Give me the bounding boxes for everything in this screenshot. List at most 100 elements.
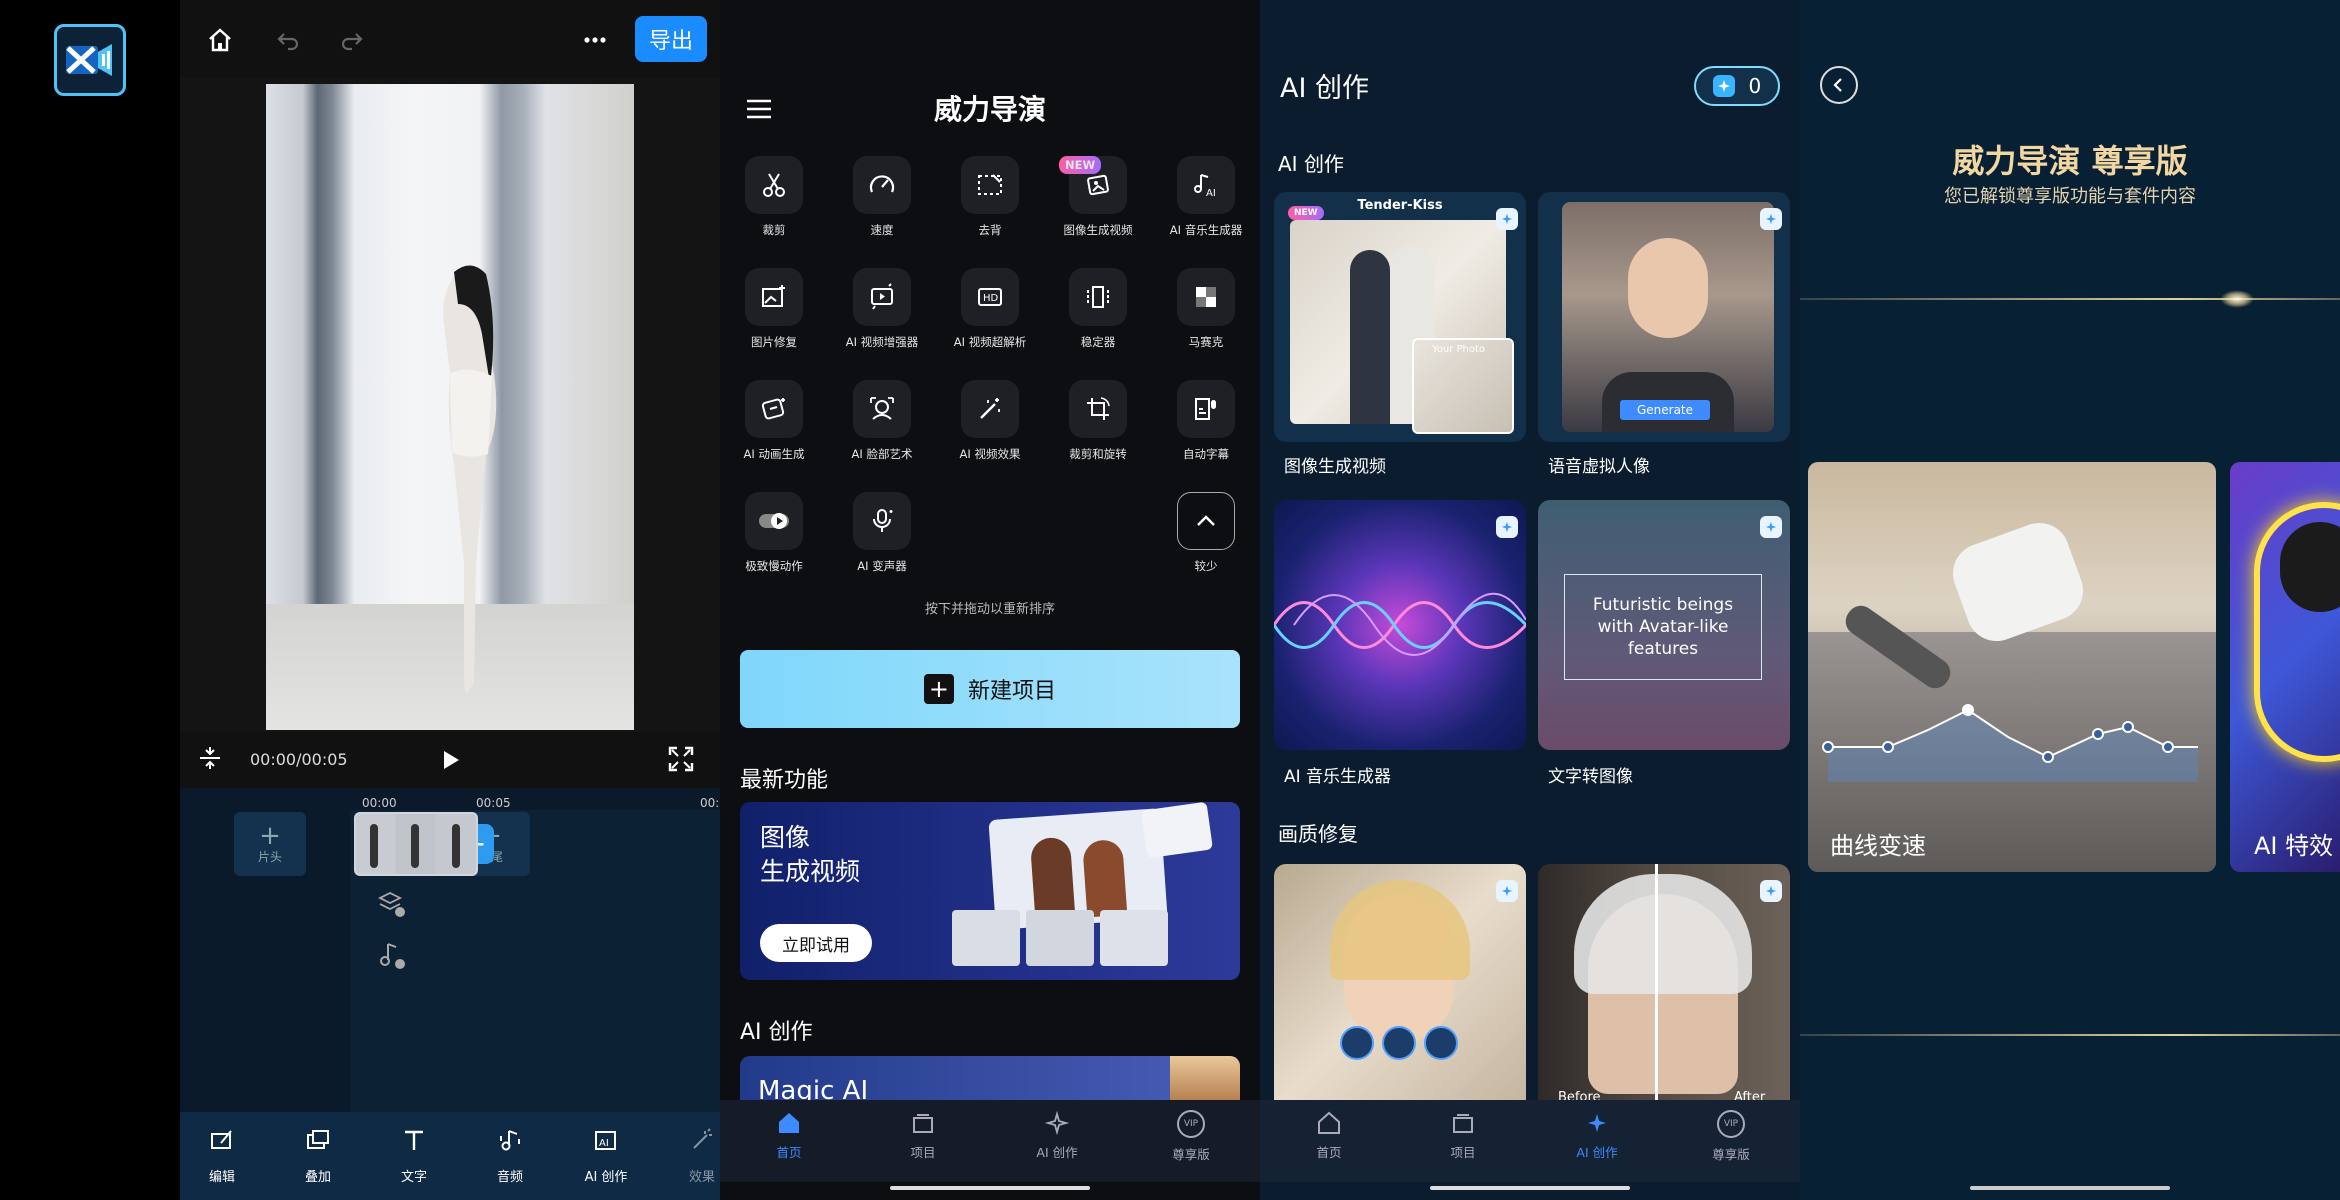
scissors-icon bbox=[745, 156, 803, 214]
video-enhancer-icon bbox=[853, 268, 911, 326]
undo-icon[interactable] bbox=[268, 20, 308, 60]
ai-effects-card[interactable]: AI 特效 bbox=[2230, 462, 2340, 872]
card-label: 曲线变速 bbox=[1830, 832, 1926, 860]
new-project-label: 新建项目 bbox=[967, 679, 1056, 704]
tool-image-to-video[interactable]: NEW 图像生成视频 bbox=[1048, 156, 1148, 266]
tool-label: 图像生成视频 bbox=[1063, 223, 1133, 237]
redo-icon[interactable] bbox=[332, 20, 372, 60]
ai-create-panel: AI 创作 0 AI 创作 Tender-Kiss Your Photo NEW… bbox=[1260, 0, 1800, 1200]
text-icon bbox=[394, 1120, 434, 1160]
try-now-button[interactable]: 立即试用 bbox=[760, 924, 872, 962]
slow-motion-icon bbox=[745, 492, 803, 550]
image-to-video-banner[interactable]: 图像 生成视频 立即试用 bbox=[740, 801, 1240, 980]
tool-stabilizer[interactable]: 稳定器 bbox=[1048, 268, 1148, 378]
tool-auto-caption[interactable]: 自动字幕 bbox=[1156, 380, 1256, 490]
tool-label: AI 视频超解析 bbox=[953, 335, 1027, 349]
more-options-icon[interactable] bbox=[575, 20, 615, 60]
compare-divider[interactable] bbox=[1655, 864, 1658, 1100]
timeline-area[interactable]: 00:00 00:05 00: + 片头 + 片尾 + bbox=[180, 788, 720, 1112]
tool-crop-rotate[interactable]: 裁剪和旋转 bbox=[1048, 380, 1148, 490]
credit-counter[interactable]: 0 bbox=[1694, 66, 1780, 106]
before-after-card[interactable]: Before After bbox=[1538, 864, 1790, 1100]
tool-face-art[interactable]: AI 脸部艺术 bbox=[832, 380, 932, 490]
gold-divider bbox=[1800, 298, 2340, 300]
tab-audio[interactable]: 音频 bbox=[470, 1120, 550, 1196]
gesture-bar bbox=[1430, 1186, 1630, 1190]
home-icon bbox=[1318, 1111, 1340, 1134]
magic-ai-card[interactable]: Magic AI bbox=[740, 1056, 1240, 1104]
nav-projects[interactable]: 项目 bbox=[1408, 1110, 1518, 1161]
nav-label: 项目 bbox=[910, 1145, 936, 1160]
tool-label: AI 视频效果 bbox=[959, 447, 1021, 461]
tool-slow-motion[interactable]: 极致慢动作 bbox=[724, 492, 824, 602]
talking-avatar-card[interactable]: Generate bbox=[1538, 192, 1790, 442]
tool-video-effects[interactable]: AI 视频效果 bbox=[940, 380, 1040, 490]
curve-speed-card[interactable]: 曲线变速 bbox=[1808, 462, 2216, 872]
playback-bar: 00:00/00:05 bbox=[180, 732, 720, 788]
ai-music-card[interactable] bbox=[1274, 500, 1526, 750]
vip-icon: VIP bbox=[1177, 1110, 1205, 1138]
gesture-bar bbox=[890, 1186, 1090, 1190]
effects-icon bbox=[682, 1120, 722, 1160]
home-icon[interactable] bbox=[200, 20, 240, 60]
reorder-hint: 按下并拖动以重新排序 bbox=[924, 602, 1055, 617]
overlay-track-icon[interactable] bbox=[376, 888, 406, 918]
fullscreen-icon[interactable] bbox=[666, 744, 696, 774]
collapse-button[interactable]: 较少 bbox=[1156, 492, 1256, 602]
back-icon[interactable] bbox=[1820, 66, 1858, 104]
tool-video-super-res[interactable]: HD AI 视频超解析 bbox=[940, 268, 1040, 378]
card-label: AI 特效 bbox=[2254, 832, 2334, 860]
image-to-video-card[interactable]: Tender-Kiss Your Photo NEW bbox=[1274, 192, 1526, 442]
tool-trim[interactable]: 裁剪 bbox=[724, 156, 824, 266]
split-view-icon[interactable] bbox=[196, 744, 224, 772]
generate-button: Generate bbox=[1620, 400, 1710, 420]
vip-icon: VIP bbox=[1717, 1110, 1745, 1138]
nav-ai-create[interactable]: AI 创作 bbox=[1002, 1110, 1112, 1161]
hd-icon: HD bbox=[961, 268, 1019, 326]
face-art-icon bbox=[853, 380, 911, 438]
plus-icon: + bbox=[923, 674, 954, 704]
home-title: 威力导演 bbox=[933, 93, 1046, 126]
export-button[interactable]: 导出 bbox=[635, 16, 707, 62]
nav-ai-create[interactable]: AI 创作 bbox=[1542, 1110, 1652, 1161]
your-photo-inset: Your Photo bbox=[1412, 338, 1514, 434]
tool-ai-animation[interactable]: AI 动画生成 bbox=[724, 380, 824, 490]
tool-video-enhancer[interactable]: AI 视频增强器 bbox=[832, 268, 932, 378]
vip-panel: 威力导演 尊享版 您已解锁尊享版功能与套件内容 曲线变速 AI 特效 bbox=[1800, 0, 2340, 1200]
tab-edit[interactable]: 编辑 bbox=[182, 1120, 262, 1196]
tool-photo-repair[interactable]: 图片修复 bbox=[724, 268, 824, 378]
tab-ai-create[interactable]: AI AI 创作 bbox=[566, 1120, 646, 1196]
tab-text[interactable]: 文字 bbox=[374, 1120, 454, 1196]
nav-projects[interactable]: 项目 bbox=[868, 1110, 978, 1161]
nav-home[interactable]: 首页 bbox=[1274, 1110, 1384, 1161]
your-photo-label: Your Photo bbox=[1432, 344, 1486, 355]
audio-track-icon[interactable] bbox=[376, 940, 406, 970]
tool-label: AI 动画生成 bbox=[743, 447, 805, 461]
play-icon[interactable] bbox=[436, 746, 464, 774]
tool-remove-bg[interactable]: 去背 bbox=[940, 156, 1040, 266]
nav-vip[interactable]: VIP 尊享版 bbox=[1676, 1110, 1786, 1163]
new-project-button[interactable]: + 新建项目 bbox=[740, 650, 1240, 728]
tool-speed[interactable]: 速度 bbox=[832, 156, 932, 266]
tab-overlay[interactable]: 叠加 bbox=[278, 1120, 358, 1196]
premium-icon bbox=[1760, 880, 1782, 902]
nav-home[interactable]: 首页 bbox=[734, 1110, 844, 1161]
tool-ai-music[interactable]: AI AI 音乐生成器 bbox=[1156, 156, 1256, 266]
tool-voice-changer[interactable]: AI 变声器 bbox=[832, 492, 932, 602]
home-icon bbox=[779, 1113, 799, 1133]
prompt-text: Futuristic beings with Avatar-like featu… bbox=[1564, 574, 1762, 680]
new-badge: NEW bbox=[1059, 156, 1102, 174]
premium-icon bbox=[1760, 516, 1782, 538]
photo-enhance-card[interactable] bbox=[1274, 864, 1526, 1100]
nav-vip[interactable]: VIP 尊享版 bbox=[1136, 1110, 1246, 1163]
video-preview[interactable] bbox=[180, 78, 720, 788]
projects-icon bbox=[913, 1114, 933, 1133]
editor-bottom-tabs: 编辑 叠加 文字 音频 AI AI 创作 效果 bbox=[180, 1112, 720, 1200]
tab-label: 效果 bbox=[688, 1170, 715, 1185]
tool-mosaic[interactable]: 马赛克 bbox=[1156, 268, 1256, 378]
video-clip[interactable] bbox=[354, 812, 478, 876]
banner-filmstrip bbox=[952, 910, 1172, 974]
add-intro-button[interactable]: + 片头 bbox=[234, 812, 306, 876]
vip-title: 威力导演 尊享版 bbox=[1952, 142, 2188, 180]
text-to-image-card[interactable]: Futuristic beings with Avatar-like featu… bbox=[1538, 500, 1790, 750]
